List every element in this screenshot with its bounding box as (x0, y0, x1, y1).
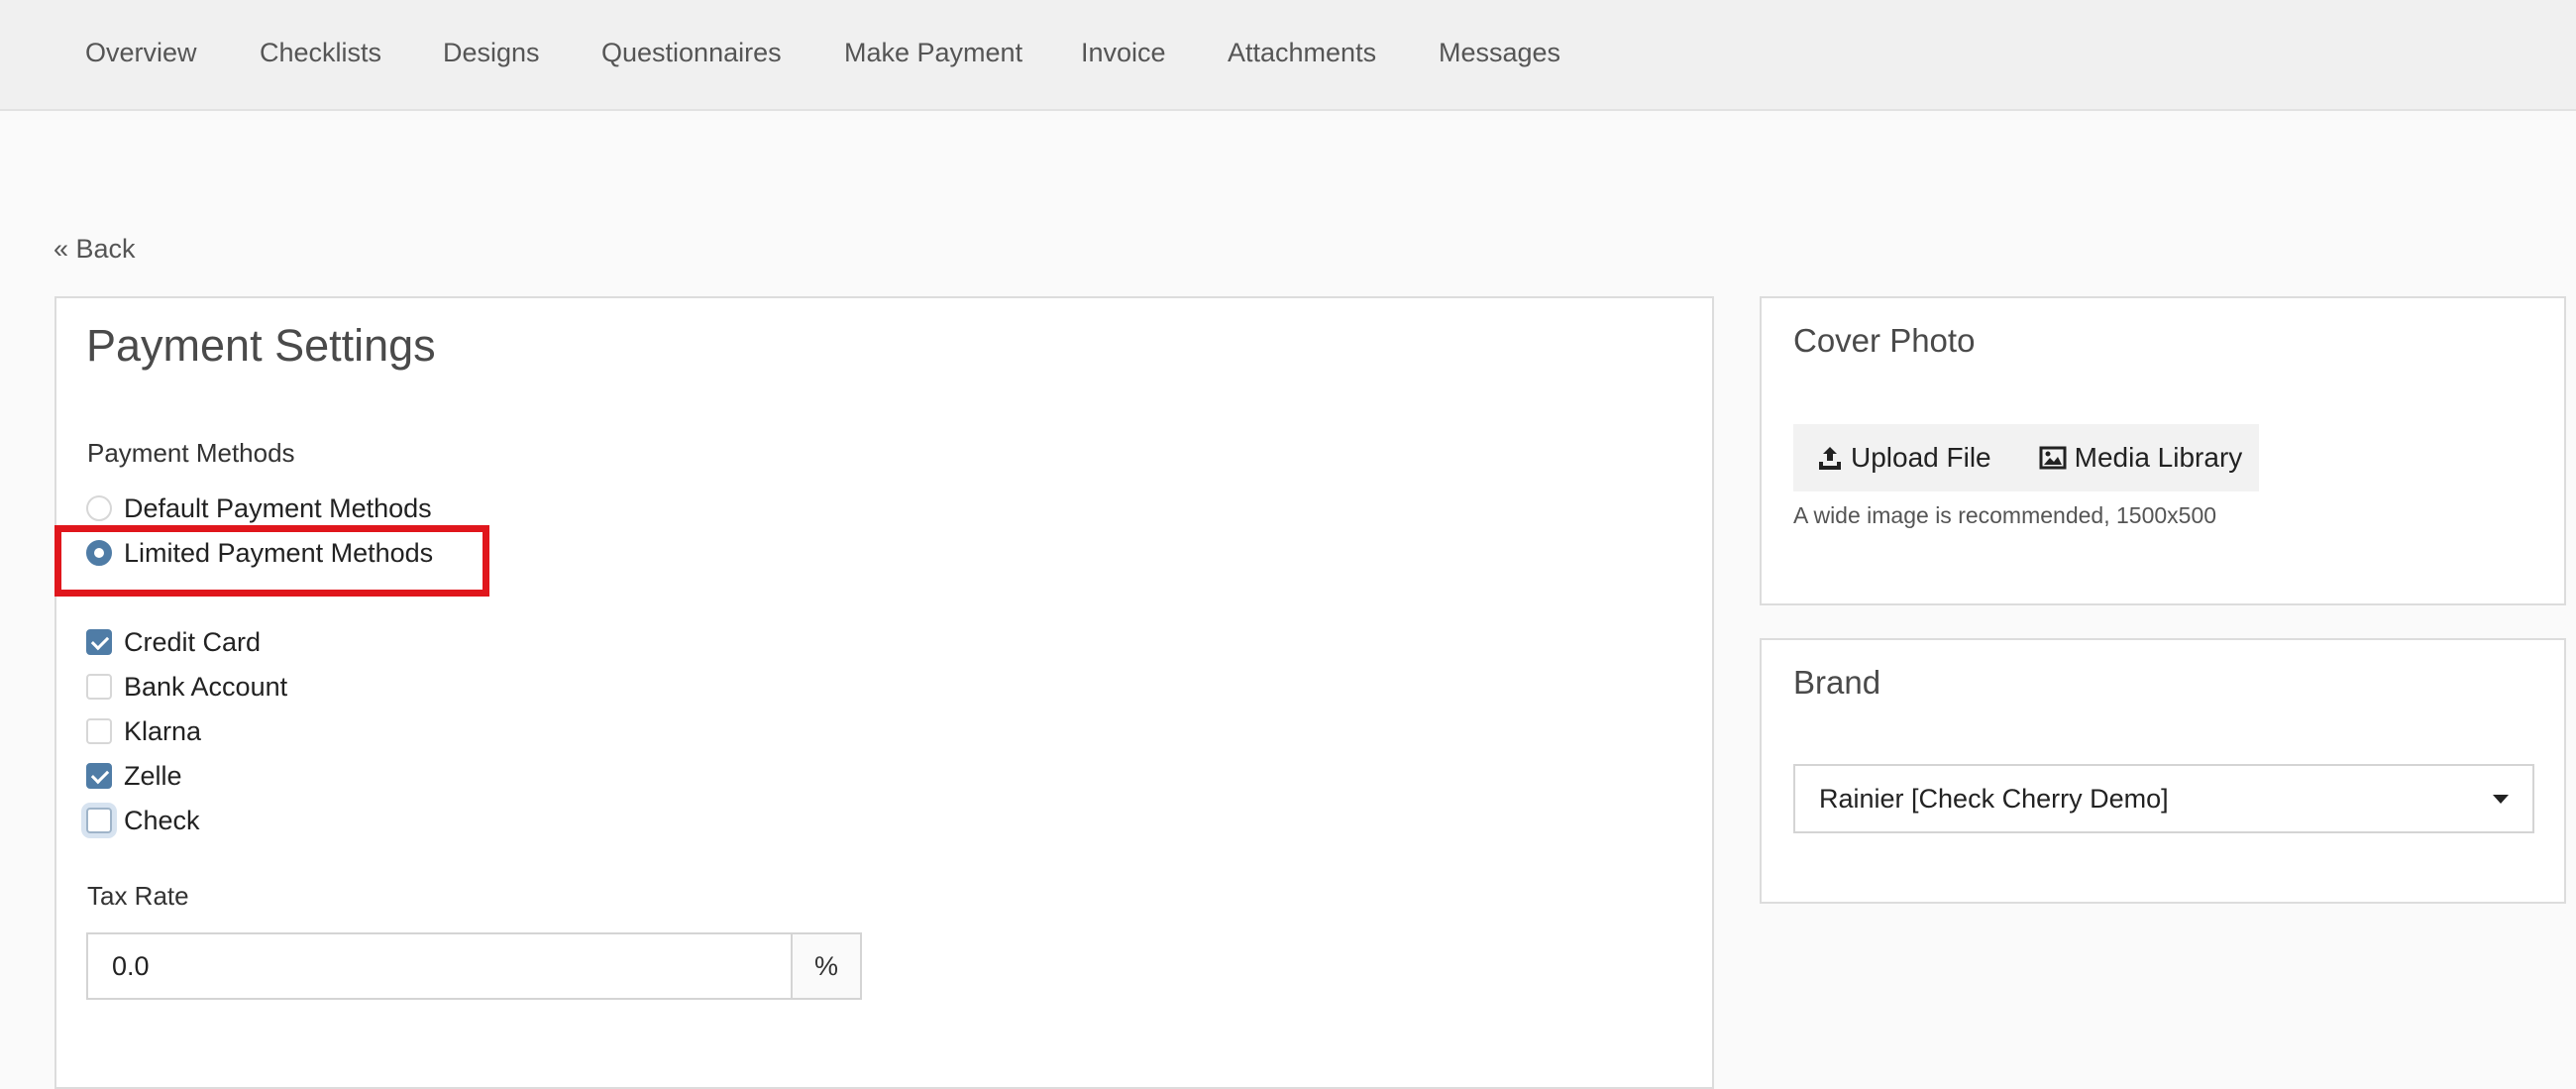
page-title: Payment Settings (86, 320, 436, 371)
cover-photo-title: Cover Photo (1793, 322, 1976, 359)
brand-select-value: Rainier [Check Cherry Demo] (1819, 783, 2169, 814)
checkbox-unchecked[interactable] (86, 718, 112, 744)
top-navigation: Overview Checklists Designs Questionnair… (0, 0, 2576, 111)
checkbox-bank-account[interactable]: Bank Account (86, 670, 287, 704)
checkbox-unchecked-focused[interactable] (86, 808, 112, 833)
nav-questionnaires[interactable]: Questionnaires (601, 38, 782, 68)
nav-attachments[interactable]: Attachments (1228, 38, 1376, 68)
checkbox-check[interactable]: Check (86, 804, 200, 837)
percent-addon: % (791, 934, 860, 998)
tax-rate-label: Tax Rate (87, 881, 189, 911)
cover-photo-helper-text: A wide image is recommended, 1500x500 (1793, 502, 2217, 528)
payment-methods-label: Payment Methods (87, 438, 295, 468)
upload-icon (1819, 447, 1841, 470)
caret-down-icon (2493, 794, 2509, 804)
media-library-button[interactable]: Media Library (2015, 424, 2267, 491)
upload-file-label: Upload File (1851, 442, 1991, 473)
nav-messages[interactable]: Messages (1439, 38, 1560, 68)
nav-checklists[interactable]: Checklists (260, 38, 381, 68)
back-link[interactable]: « Back (54, 234, 136, 265)
checkbox-checked[interactable] (86, 763, 112, 789)
nav-invoice[interactable]: Invoice (1081, 38, 1166, 68)
radio-label: Default Payment Methods (124, 492, 432, 523)
brand-select[interactable]: Rainier [Check Cherry Demo] (1793, 764, 2534, 833)
image-icon (2039, 446, 2067, 470)
checkbox-label: Bank Account (124, 671, 288, 702)
brand-title: Brand (1793, 664, 1881, 701)
checkbox-label: Check (124, 805, 200, 835)
cover-photo-button-group: Upload File Media Library (1793, 424, 2259, 491)
checkbox-label: Credit Card (124, 626, 262, 657)
checkbox-credit-card[interactable]: Credit Card (86, 625, 261, 659)
checkbox-unchecked[interactable] (86, 674, 112, 700)
upload-file-button[interactable]: Upload File (1793, 424, 2015, 491)
radio-limited-payment-methods[interactable]: Limited Payment Methods (86, 536, 433, 570)
brand-card: Brand Rainier [Check Cherry Demo] (1760, 638, 2566, 904)
payment-settings-card: Payment Settings Payment Methods Default… (54, 296, 1714, 1089)
checkbox-label: Klarna (124, 715, 202, 746)
radio-default-payment-methods[interactable]: Default Payment Methods (86, 491, 432, 525)
checkbox-label: Zelle (124, 760, 182, 791)
checkbox-klarna[interactable]: Klarna (86, 714, 201, 748)
tax-rate-input-group: % (86, 932, 862, 1000)
nav-overview[interactable]: Overview (85, 38, 197, 68)
media-library-label: Media Library (2074, 442, 2243, 473)
nav-designs[interactable]: Designs (443, 38, 540, 68)
radio-button-selected[interactable] (86, 540, 112, 566)
tax-rate-input[interactable] (88, 934, 791, 998)
checkbox-zelle[interactable]: Zelle (86, 759, 182, 793)
nav-make-payment[interactable]: Make Payment (844, 38, 1022, 68)
radio-label: Limited Payment Methods (124, 537, 434, 568)
checkbox-checked[interactable] (86, 629, 112, 655)
cover-photo-card: Cover Photo Upload File Media Library A … (1760, 296, 2566, 605)
radio-button[interactable] (86, 495, 112, 521)
